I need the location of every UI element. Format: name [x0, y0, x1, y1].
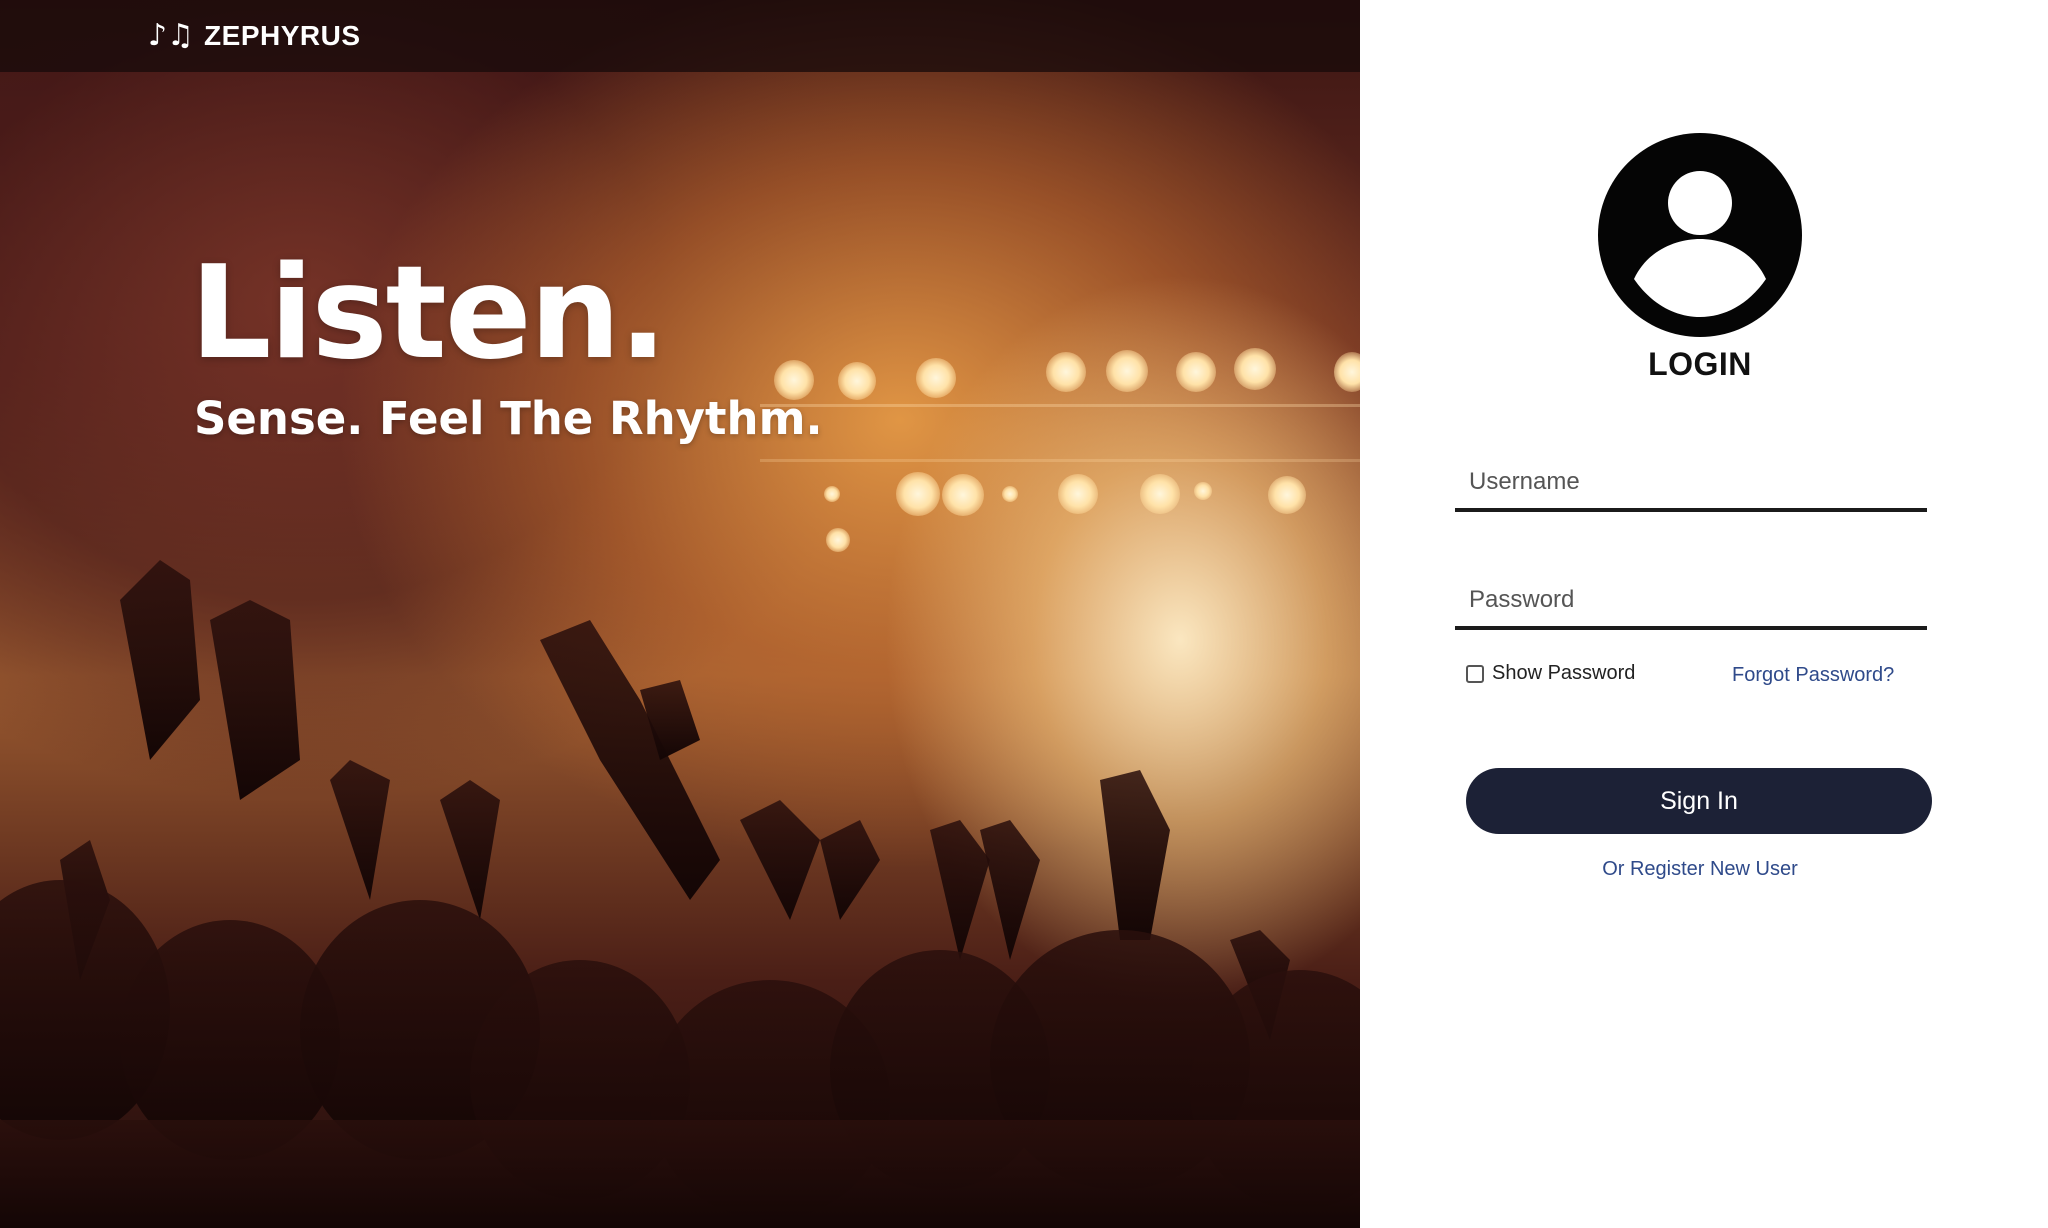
hero-headline: Listen.	[190, 239, 667, 388]
music-notes-icon: ♪♫	[148, 18, 195, 53]
show-password-label: Show Password	[1492, 662, 1636, 684]
password-field	[1455, 574, 1927, 630]
crowd-silhouette	[0, 560, 1360, 1228]
username-field	[1455, 456, 1927, 512]
hero-panel: ♪♫ ZEPHYRUS Listen. Sense. Feel The Rhyt…	[0, 0, 1360, 1228]
forgot-password-link[interactable]: Forgot Password?	[1732, 664, 1894, 687]
login-options-row: Show Password Forgot Password?	[1466, 660, 1938, 690]
login-panel: LOGIN Show Password Forgot Password? Sig…	[1360, 0, 2048, 1228]
brand-name: ZEPHYRUS	[204, 20, 361, 51]
sign-in-button[interactable]: Sign In	[1466, 768, 1932, 834]
hero-subheadline: Sense. Feel The Rhythm.	[194, 392, 823, 445]
login-page: ♪♫ ZEPHYRUS Listen. Sense. Feel The Rhyt…	[0, 0, 2048, 1228]
brand-logo[interactable]: ♪♫ ZEPHYRUS	[148, 14, 361, 58]
show-password-checkbox[interactable]	[1466, 664, 1484, 683]
user-circle-icon	[1598, 133, 1802, 337]
login-title: LOGIN	[1648, 346, 1752, 382]
show-password-toggle[interactable]: Show Password	[1466, 662, 1635, 685]
username-input[interactable]	[1455, 456, 1927, 508]
register-link[interactable]: Or Register New User	[1360, 858, 2040, 881]
password-input[interactable]	[1455, 574, 1927, 626]
